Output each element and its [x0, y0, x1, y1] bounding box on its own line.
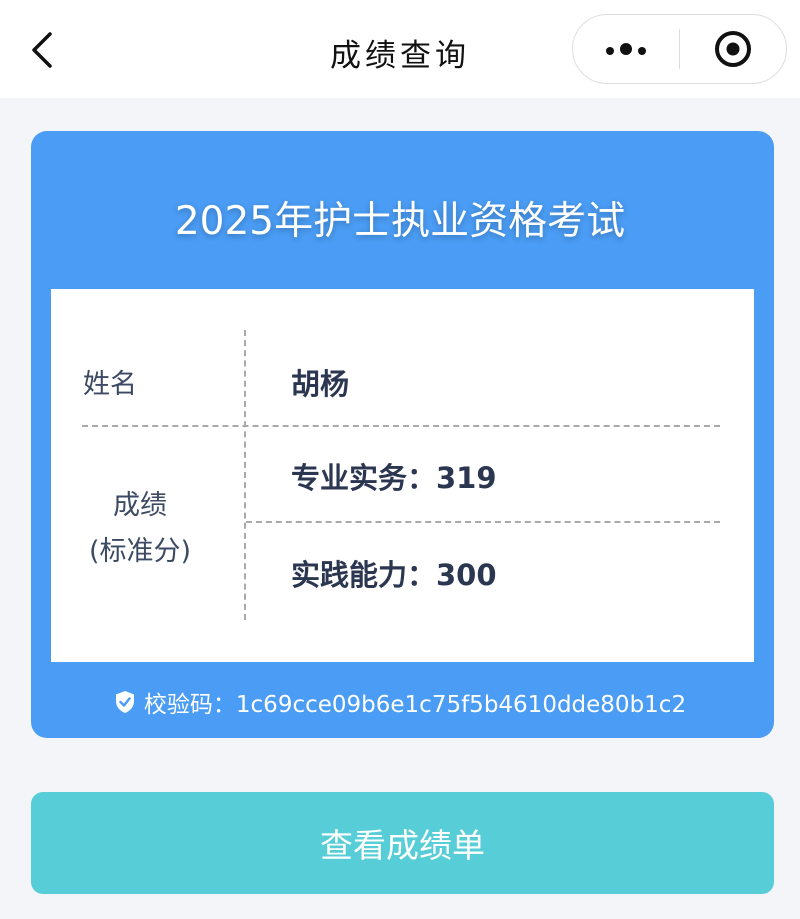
view-transcript-button[interactable]: 查看成绩单 — [31, 792, 774, 894]
score-row-divider — [246, 521, 720, 523]
navigation-bar: 成绩查询 — [0, 0, 800, 98]
verification-code: 校验码：1c69cce09b6e1c75f5b4610dde80b1c2 — [0, 685, 800, 719]
exam-title: 2025年护士执业资格考试 — [174, 199, 626, 244]
score-practical: 实践能力：300 — [291, 558, 497, 592]
more-button[interactable] — [573, 15, 679, 83]
row-divider — [82, 425, 720, 427]
score-label: 成绩 (标准分) — [82, 483, 198, 575]
more-dots-icon — [603, 40, 649, 59]
score-label-line2: (标准分) — [88, 536, 192, 567]
score-professional: 专业实务：319 — [291, 461, 497, 495]
name-value: 胡杨 — [291, 367, 350, 401]
score-label-line1: 成绩 — [113, 490, 167, 521]
verification-text: 校验码：1c69cce09b6e1c75f5b4610dde80b1c2 — [143, 692, 687, 718]
name-label: 姓名 — [83, 369, 137, 400]
shield-check-icon — [114, 690, 136, 714]
close-button[interactable] — [680, 15, 786, 83]
mini-program-capsule — [572, 14, 787, 84]
target-close-icon — [715, 31, 751, 67]
column-divider — [244, 330, 246, 620]
